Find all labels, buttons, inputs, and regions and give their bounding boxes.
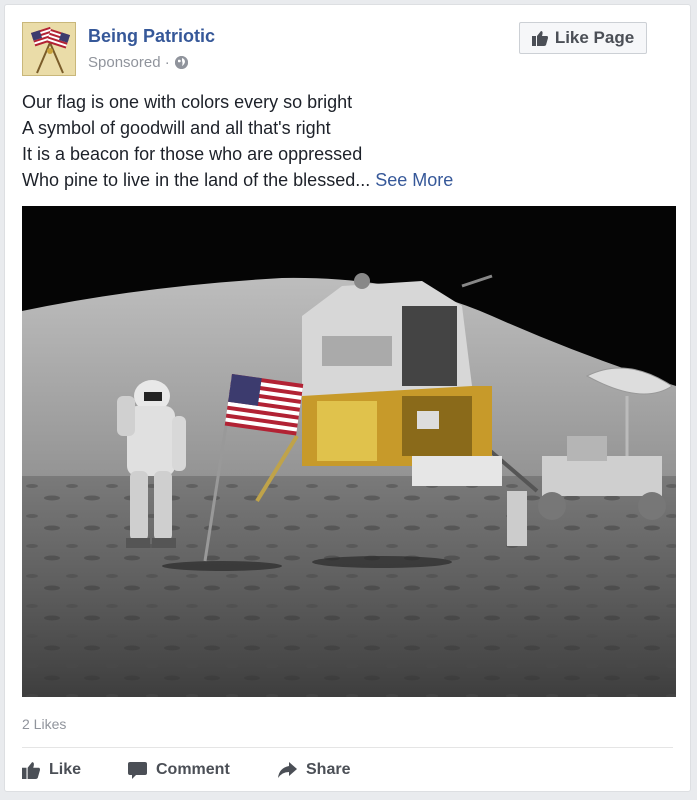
like-page-button[interactable]: Like Page <box>519 22 647 54</box>
post-text-line: A symbol of goodwill and all that's righ… <box>22 118 331 138</box>
sponsored-label: Sponsored · <box>88 54 188 71</box>
like-label: Like <box>49 761 82 778</box>
share-button[interactable]: Share <box>278 757 350 783</box>
post-text-line: Our flag is one with colors every so bri… <box>22 92 353 112</box>
post-text-line-content: Who pine to live in the land of the bles… <box>22 170 371 190</box>
comment-button[interactable]: Comment <box>128 757 230 783</box>
share-arrow-icon <box>278 762 297 778</box>
like-page-label: Like Page <box>554 28 635 47</box>
sponsored-text: Sponsored · <box>88 54 170 71</box>
thumbs-up-icon <box>531 31 548 46</box>
globe-icon[interactable] <box>174 56 188 69</box>
post-text: Our flag is one with colors every so bri… <box>22 89 662 193</box>
like-button[interactable]: Like <box>22 757 81 783</box>
crossed-flags-logo-icon <box>23 23 75 75</box>
page-name-link[interactable]: Being Patriotic <box>88 26 215 47</box>
thumbs-up-icon <box>22 762 40 779</box>
post-text-line-last: Who pine to live in the land of the bles… <box>22 167 662 193</box>
post-text-line: It is a beacon for those who are oppress… <box>22 144 363 164</box>
post-image-moon-landing[interactable] <box>22 206 676 697</box>
sponsored-post-card: Being Patriotic Sponsored · Like Page Ou… <box>4 4 691 792</box>
moon-landing-photo <box>22 206 676 697</box>
comment-label: Comment <box>156 761 230 778</box>
likes-count[interactable]: 2 Likes <box>22 716 66 732</box>
share-label: Share <box>306 761 351 778</box>
page-avatar[interactable] <box>22 22 76 76</box>
action-divider <box>22 747 673 748</box>
see-more-link[interactable]: See More <box>375 170 453 190</box>
comment-icon <box>128 761 147 779</box>
